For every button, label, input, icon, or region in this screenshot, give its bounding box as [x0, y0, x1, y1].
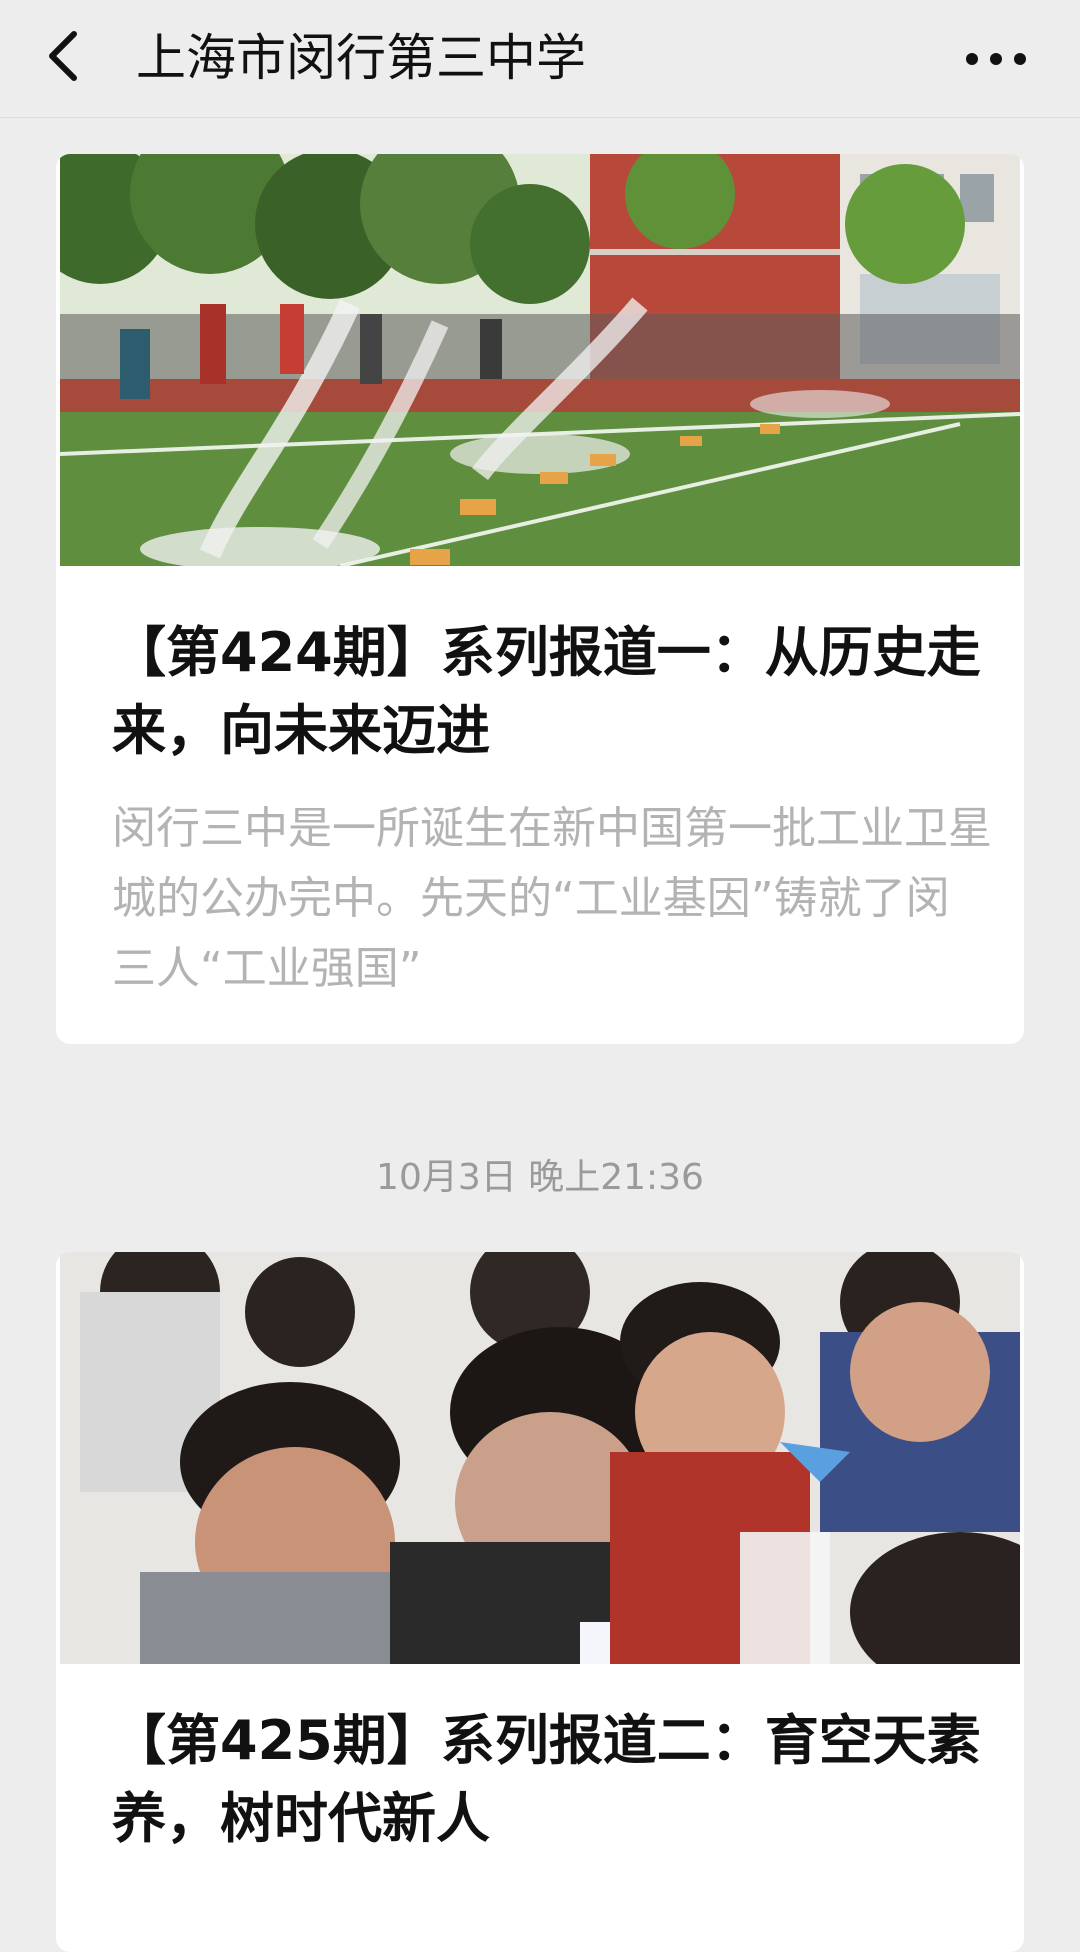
account-title: 上海市闵行第三中学	[136, 29, 586, 87]
article-cover-image	[60, 154, 1020, 566]
article-cover-image	[60, 1252, 1020, 1664]
message-timestamp: 10月3日 晚上21:36	[376, 1157, 704, 1198]
back-button[interactable]	[36, 20, 96, 92]
article-summary: 闵行三中是一所诞生在新中国第一批工业卫星城的公办完中。先天的“工业基因”铸就了闵…	[112, 803, 992, 994]
more-button[interactable]	[956, 34, 1036, 84]
article-title[interactable]: 【第424期】系列报道一：从历史走来，向未来迈进	[112, 614, 992, 770]
top-bar: 上海市闵行第三中学	[0, 0, 1080, 118]
more-horizontal-icon	[966, 53, 1026, 65]
chevron-left-icon	[49, 31, 77, 81]
article-title[interactable]: 【第425期】系列报道二：育空天素养，树时代新人	[112, 1702, 992, 1858]
article-card[interactable]: 【第424期】系列报道一：从历史走来，向未来迈进 闵行三中是一所诞生在新中国第一…	[56, 154, 1024, 1044]
article-card[interactable]: 【第425期】系列报道二：育空天素养，树时代新人	[56, 1252, 1024, 1952]
